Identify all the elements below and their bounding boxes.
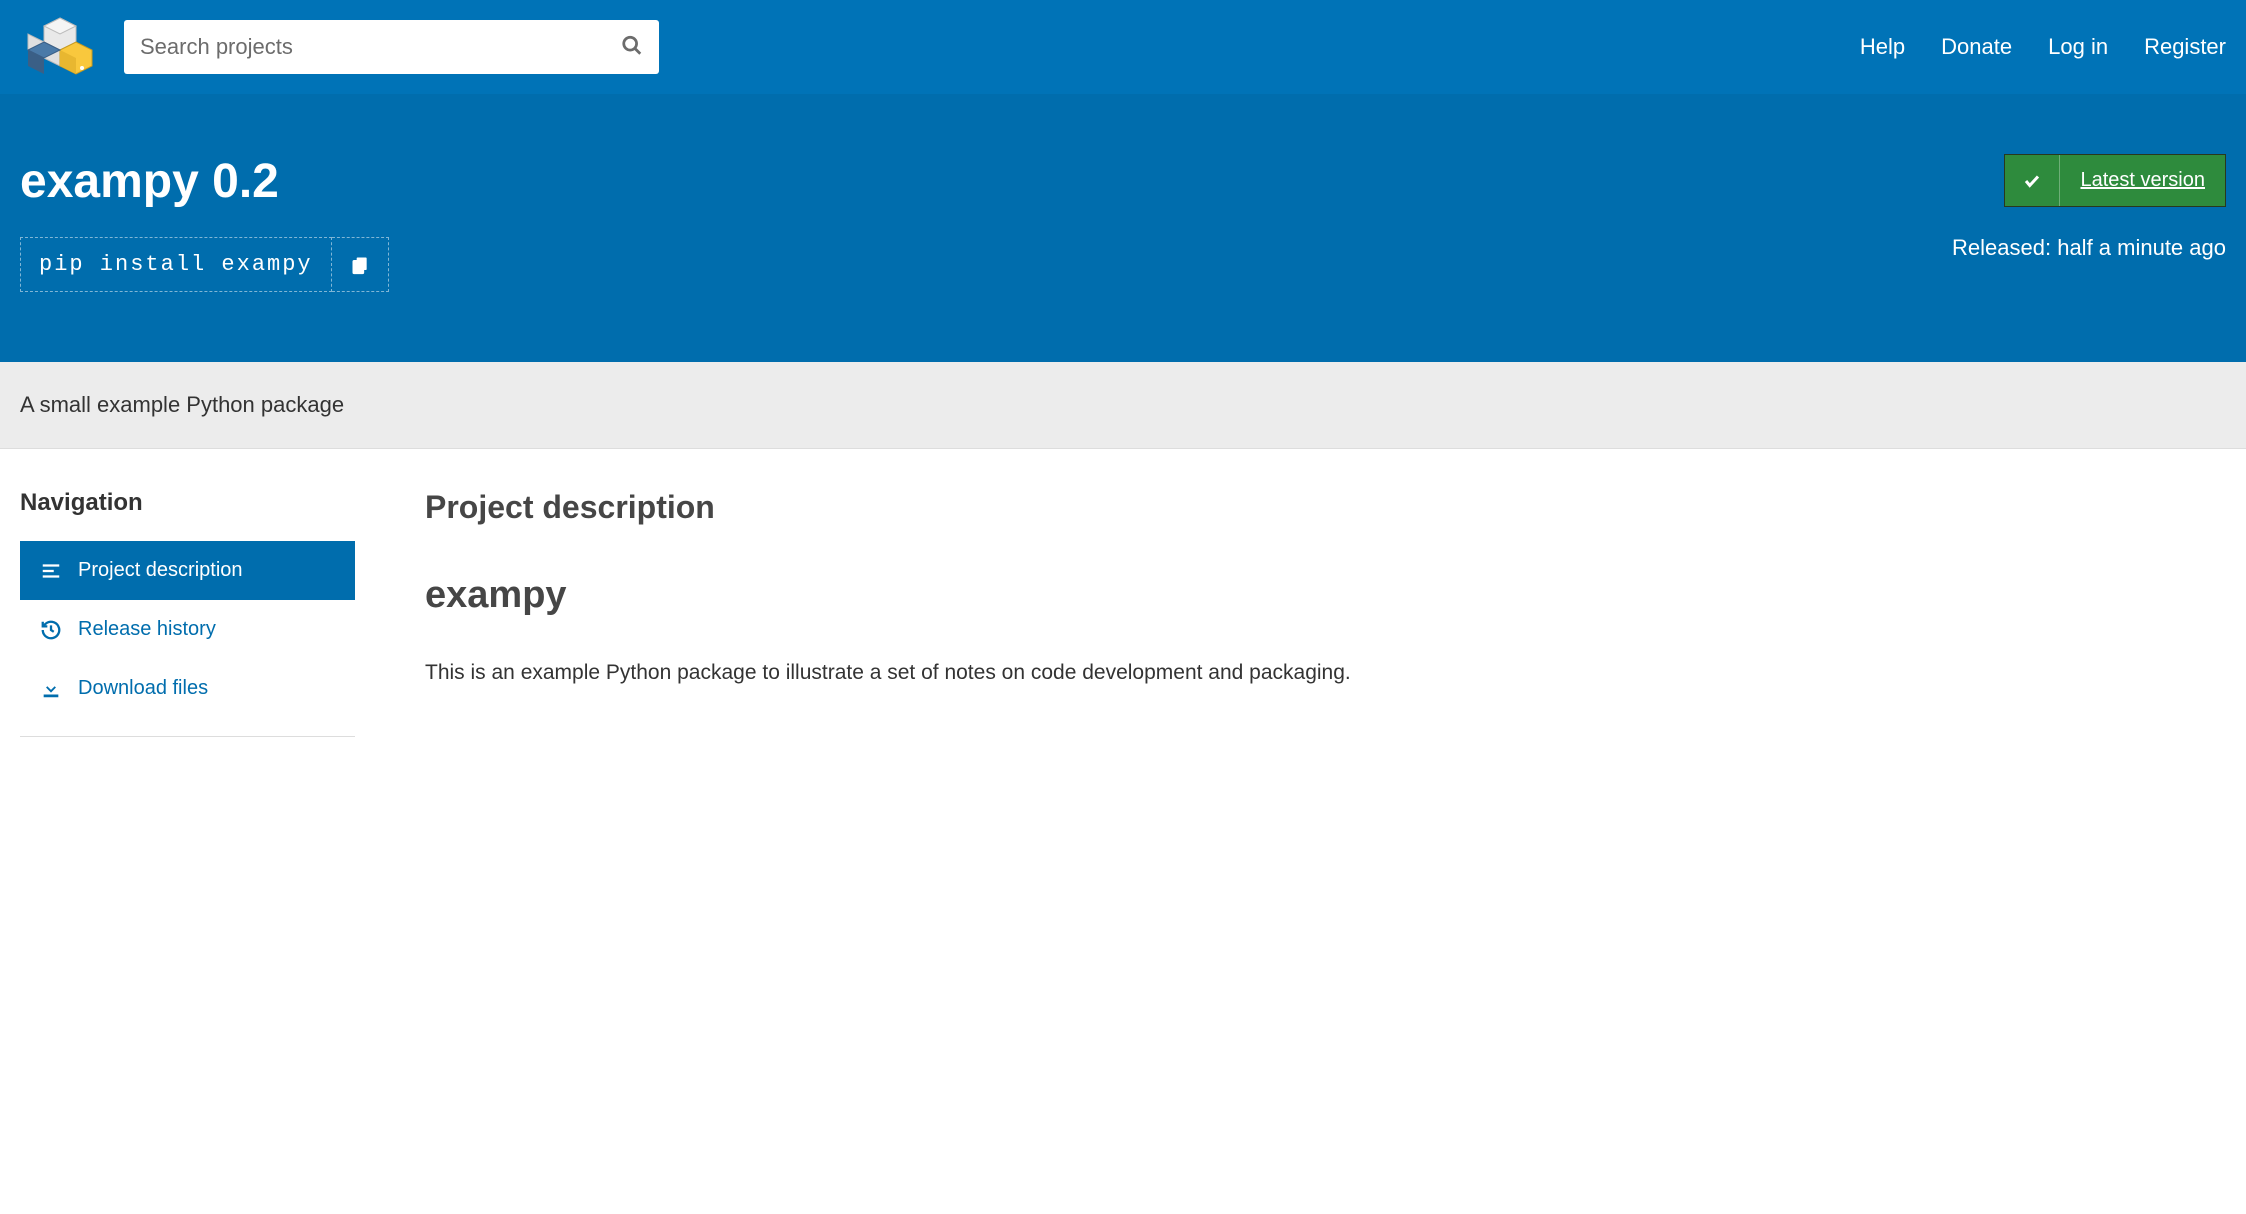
nav-help[interactable]: Help <box>1860 34 1905 60</box>
nav-register[interactable]: Register <box>2144 34 2226 60</box>
download-icon <box>40 678 62 700</box>
released-text: Released: half a minute ago <box>1952 235 2226 261</box>
check-icon <box>2005 155 2060 206</box>
search-input[interactable] <box>124 20 659 74</box>
copy-button[interactable] <box>332 237 389 292</box>
tab-release-history[interactable]: Release history <box>20 600 355 659</box>
search-icon <box>621 35 643 57</box>
content-area: Navigation Project description Release h… <box>0 449 2246 777</box>
nav-donate[interactable]: Donate <box>1941 34 2012 60</box>
version-badge-label: Latest version <box>2060 155 2225 206</box>
history-icon <box>40 619 62 641</box>
copy-icon <box>350 254 370 276</box>
package-summary: A small example Python package <box>0 362 2246 449</box>
sidebar-heading: Navigation <box>20 489 355 517</box>
package-header: exampy 0.2 pip install exampy Latest ver… <box>0 94 2246 362</box>
section-title: Project description <box>425 489 2226 526</box>
sidebar-divider <box>20 736 355 737</box>
header-nav: Help Donate Log in Register <box>1860 34 2226 60</box>
nav-login[interactable]: Log in <box>2048 34 2108 60</box>
tab-project-description[interactable]: Project description <box>20 541 355 600</box>
sidebar: Navigation Project description Release h… <box>20 489 355 737</box>
package-readme-body: This is an example Python package to ill… <box>425 657 2226 689</box>
package-title: exampy 0.2 <box>20 154 389 209</box>
align-left-icon <box>40 560 62 582</box>
pypi-logo[interactable] <box>20 12 100 82</box>
pip-install-row: pip install exampy <box>20 237 389 292</box>
main-content: Project description exampy This is an ex… <box>425 489 2226 737</box>
package-readme-title: exampy <box>425 574 2226 617</box>
search-button[interactable] <box>613 27 651 68</box>
tab-download-files[interactable]: Download files <box>20 659 355 718</box>
search-form <box>124 20 659 74</box>
pip-command: pip install exampy <box>20 237 332 292</box>
tab-label: Release history <box>78 618 216 641</box>
tab-label: Download files <box>78 677 208 700</box>
tab-label: Project description <box>78 559 243 582</box>
site-header: Help Donate Log in Register <box>0 0 2246 94</box>
version-badge[interactable]: Latest version <box>2004 154 2226 207</box>
